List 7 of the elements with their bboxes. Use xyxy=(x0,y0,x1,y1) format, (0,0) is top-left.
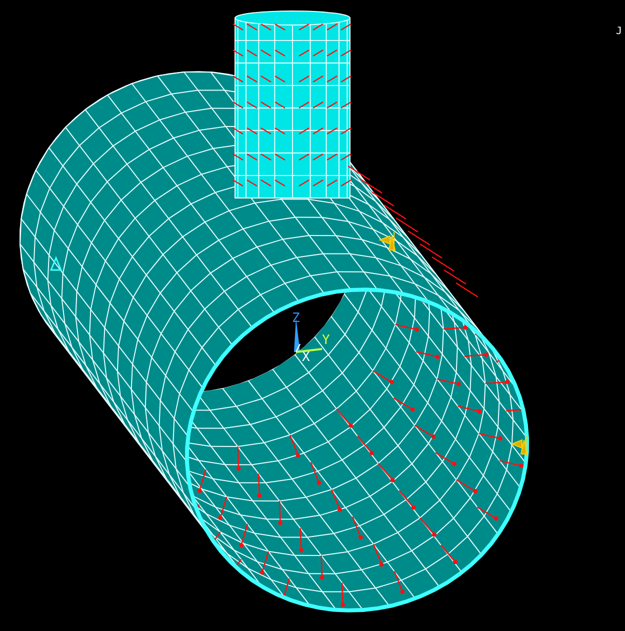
triangle-icon xyxy=(50,256,62,271)
axis-label: Z xyxy=(292,311,300,326)
corner-label: J xyxy=(616,26,622,37)
axis-label: Y xyxy=(322,333,330,348)
support-symbol-icon xyxy=(380,232,396,252)
support-symbol-icon xyxy=(512,436,528,456)
axis-label: X xyxy=(302,350,310,365)
